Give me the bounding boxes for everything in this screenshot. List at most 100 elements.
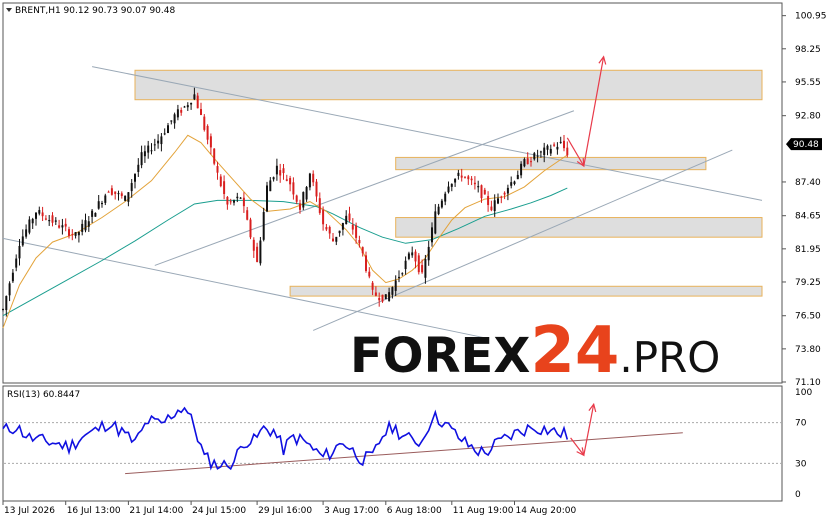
candle-body bbox=[223, 181, 226, 195]
candle-body bbox=[15, 258, 18, 268]
candle-body bbox=[120, 193, 123, 196]
candle-body bbox=[506, 187, 509, 194]
candle-body bbox=[417, 255, 420, 273]
chart-window: 100.95 98.25 95.55 92.80 87.40 84.65 81.95 79.2… bbox=[0, 0, 831, 521]
rsi-header: RSI(13) 60.8447 bbox=[7, 390, 80, 400]
time-tick-label: 3 Aug 17:00 bbox=[324, 506, 379, 516]
candle-body bbox=[167, 125, 169, 133]
candle-body bbox=[539, 151, 542, 153]
candle-body bbox=[384, 294, 387, 300]
candle-body bbox=[374, 292, 377, 296]
candle-body bbox=[520, 163, 523, 176]
candle-body bbox=[563, 140, 565, 149]
candle-body bbox=[440, 200, 443, 208]
candle-body bbox=[21, 236, 24, 246]
candle-body bbox=[536, 155, 539, 157]
candle-body bbox=[546, 145, 549, 150]
candle-body bbox=[427, 246, 430, 261]
candle-body bbox=[381, 294, 384, 302]
candle-body bbox=[242, 197, 245, 207]
candle-body bbox=[447, 186, 450, 193]
candle-body bbox=[454, 178, 457, 183]
candle-body bbox=[38, 210, 41, 214]
candle-body bbox=[31, 219, 34, 224]
candle-body bbox=[348, 213, 351, 221]
candle-body bbox=[150, 150, 153, 152]
price-tick-label: 71.10 bbox=[795, 378, 821, 388]
candle-body bbox=[358, 240, 361, 244]
candle-body bbox=[233, 200, 235, 203]
candle-body bbox=[467, 176, 470, 180]
watermark-24: 24 bbox=[530, 314, 619, 388]
candle-body bbox=[289, 178, 292, 185]
candle-body bbox=[473, 182, 476, 185]
candle-body bbox=[229, 201, 232, 203]
candle-body bbox=[434, 211, 437, 234]
time-tick-label: 24 Jul 15:00 bbox=[192, 506, 246, 516]
candle-body bbox=[404, 260, 407, 270]
candle-body bbox=[325, 227, 328, 230]
time-tick-label: 11 Aug 19:00 bbox=[453, 506, 514, 516]
candle-body bbox=[51, 215, 54, 223]
time-tick-label: 14 Aug 20:00 bbox=[516, 506, 577, 516]
candle-body bbox=[526, 158, 529, 165]
price-tick-label: 76.50 bbox=[795, 312, 821, 322]
time-tick-label: 29 Jul 16:00 bbox=[258, 506, 312, 516]
candle-body bbox=[378, 298, 381, 301]
candle-body bbox=[130, 183, 133, 192]
candle-body bbox=[487, 196, 490, 206]
candle-body bbox=[464, 176, 466, 178]
candle-body bbox=[285, 179, 288, 181]
candle-body bbox=[556, 146, 559, 150]
candle-body bbox=[219, 176, 222, 187]
candle-body bbox=[101, 202, 103, 205]
candle-body bbox=[209, 136, 212, 148]
candle-body bbox=[483, 189, 486, 195]
candle-body bbox=[401, 273, 404, 275]
candle-body bbox=[424, 259, 427, 278]
candle-body bbox=[193, 94, 196, 100]
candle-body bbox=[282, 168, 285, 174]
candle-body bbox=[153, 144, 156, 146]
candle-body bbox=[510, 182, 513, 186]
candle-body bbox=[117, 193, 120, 195]
candle-body bbox=[477, 186, 480, 188]
price-tick-label: 73.80 bbox=[795, 345, 821, 355]
zone-2 bbox=[395, 217, 763, 238]
candle-body bbox=[497, 198, 499, 204]
candle-body bbox=[421, 265, 424, 273]
candle-body bbox=[457, 172, 460, 176]
candle-body bbox=[183, 106, 186, 108]
candle-body bbox=[94, 212, 97, 217]
candle-body bbox=[351, 224, 354, 230]
candle-body bbox=[269, 180, 272, 192]
price-tick-label: 98.25 bbox=[795, 45, 821, 55]
candle-body bbox=[44, 218, 47, 220]
candle-body bbox=[533, 153, 536, 160]
candle-body bbox=[272, 177, 275, 180]
candle-body bbox=[332, 238, 334, 242]
candle-body bbox=[5, 296, 8, 311]
candle-body bbox=[566, 147, 569, 156]
candle-body bbox=[91, 210, 94, 217]
candle-body bbox=[2, 309, 4, 311]
candle-body bbox=[411, 252, 414, 256]
candle-body bbox=[368, 271, 371, 277]
candle-body bbox=[68, 229, 70, 236]
candle-body bbox=[292, 182, 295, 195]
candle-body bbox=[87, 221, 90, 227]
candle-body bbox=[140, 152, 143, 166]
symbol-header: BRENT,H1 90.12 90.73 90.07 90.48 bbox=[15, 6, 175, 16]
current-price-label: 90.48 bbox=[793, 140, 819, 150]
candle-body bbox=[259, 240, 262, 264]
candle-body bbox=[437, 206, 440, 215]
candle-body bbox=[216, 166, 219, 173]
candle-body bbox=[388, 292, 391, 301]
candle-body bbox=[371, 282, 374, 290]
candle-body bbox=[236, 196, 239, 199]
candle-body bbox=[523, 159, 526, 167]
rsi-tick-label: 30 bbox=[795, 459, 807, 469]
candle-body bbox=[58, 225, 61, 228]
candle-body bbox=[186, 105, 189, 108]
candle-body bbox=[114, 191, 117, 194]
